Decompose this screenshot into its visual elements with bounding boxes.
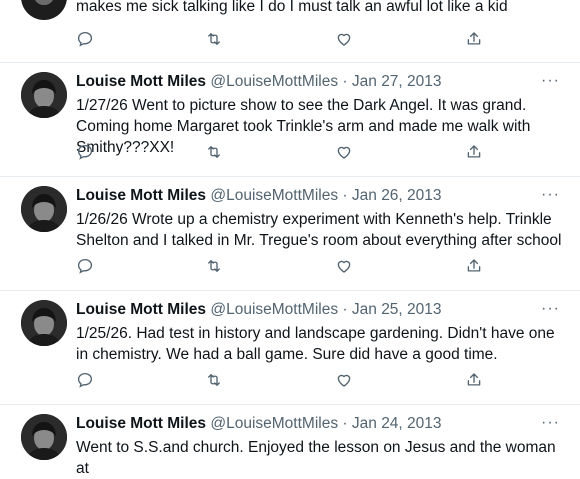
tweet-partial[interactable]: makes me sick talking like I do I must t… [0,0,580,63]
reply-button[interactable] [76,30,96,50]
retweet-button[interactable] [205,257,225,277]
more-options-icon[interactable]: ··· [541,300,560,318]
retweet-icon [208,146,220,158]
share-icon [467,145,481,158]
avatar[interactable] [21,72,67,118]
share-icon [467,373,481,386]
tweet[interactable]: Louise Mott Miles @LouiseMottMiles · Jan… [0,62,580,177]
retweet-icon [208,33,220,45]
tweet-actions [76,371,496,391]
tweet-date[interactable]: Jan 25, 2013 [352,301,442,318]
reply-button[interactable] [76,257,96,277]
tweet-header: Louise Mott Miles @LouiseMottMiles · Jan… [76,72,442,92]
share-button[interactable] [465,257,485,277]
share-icon [467,32,481,45]
handle[interactable]: @LouiseMottMiles [210,73,338,90]
tweet-date[interactable]: Jan 27, 2013 [352,73,442,90]
tweet-date[interactable]: Jan 26, 2013 [352,187,442,204]
retweet-icon [208,374,220,386]
like-button[interactable] [335,371,355,391]
like-icon [337,260,351,273]
handle[interactable]: @LouiseMottMiles [210,301,338,318]
avatar[interactable] [21,186,67,232]
tweet-text: Went to S.S.and church. Enjoyed the less… [76,439,556,477]
reply-icon [77,372,93,388]
like-button[interactable] [335,30,355,50]
tweet-text: makes me sick talking like I do I must t… [76,0,508,15]
share-button[interactable] [465,30,485,50]
like-button[interactable] [335,143,355,163]
display-name[interactable]: Louise Mott Miles [76,415,206,432]
reply-icon [77,144,93,160]
avatar[interactable] [21,414,67,460]
separator: · [342,187,348,204]
tweet[interactable]: Louise Mott Miles @LouiseMottMiles · Jan… [0,290,580,405]
share-button[interactable] [465,371,485,391]
reply-icon [77,258,93,274]
share-button[interactable] [465,143,485,163]
tweet-date[interactable]: Jan 24, 2013 [352,415,442,432]
reply-icon [77,31,93,47]
like-button[interactable] [335,257,355,277]
avatar[interactable] [21,300,67,346]
tweet-header: Louise Mott Miles @LouiseMottMiles · Jan… [76,300,442,320]
tweet[interactable]: Louise Mott Miles @LouiseMottMiles · Jan… [0,404,580,477]
display-name[interactable]: Louise Mott Miles [76,301,206,318]
display-name[interactable]: Louise Mott Miles [76,187,206,204]
more-options-icon[interactable]: ··· [541,72,560,90]
retweet-icon [208,260,220,272]
tweet-text: 1/26/26 Wrote up a chemistry experiment … [76,211,562,249]
tweet-actions [76,143,496,163]
tweet-actions [76,257,496,277]
like-icon [337,146,351,159]
more-options-icon[interactable]: ··· [541,186,560,204]
avatar[interactable] [21,0,67,20]
tweet[interactable]: Louise Mott Miles @LouiseMottMiles · Jan… [0,176,580,291]
retweet-button[interactable] [205,143,225,163]
handle[interactable]: @LouiseMottMiles [210,415,338,432]
retweet-button[interactable] [205,371,225,391]
display-name[interactable]: Louise Mott Miles [76,73,206,90]
tweet-text: 1/25/26. Had test in history and landsca… [76,325,555,363]
like-icon [337,374,351,387]
like-icon [337,33,351,46]
reply-button[interactable] [76,371,96,391]
share-icon [467,259,481,272]
reply-button[interactable] [76,143,96,163]
separator: · [342,301,348,318]
handle[interactable]: @LouiseMottMiles [210,187,338,204]
tweet-actions [76,30,496,50]
retweet-button[interactable] [205,30,225,50]
tweet-header: Louise Mott Miles @LouiseMottMiles · Jan… [76,414,442,434]
tweet-header: Louise Mott Miles @LouiseMottMiles · Jan… [76,186,442,206]
separator: · [342,415,348,432]
separator: · [342,73,348,90]
more-options-icon[interactable]: ··· [541,414,560,432]
